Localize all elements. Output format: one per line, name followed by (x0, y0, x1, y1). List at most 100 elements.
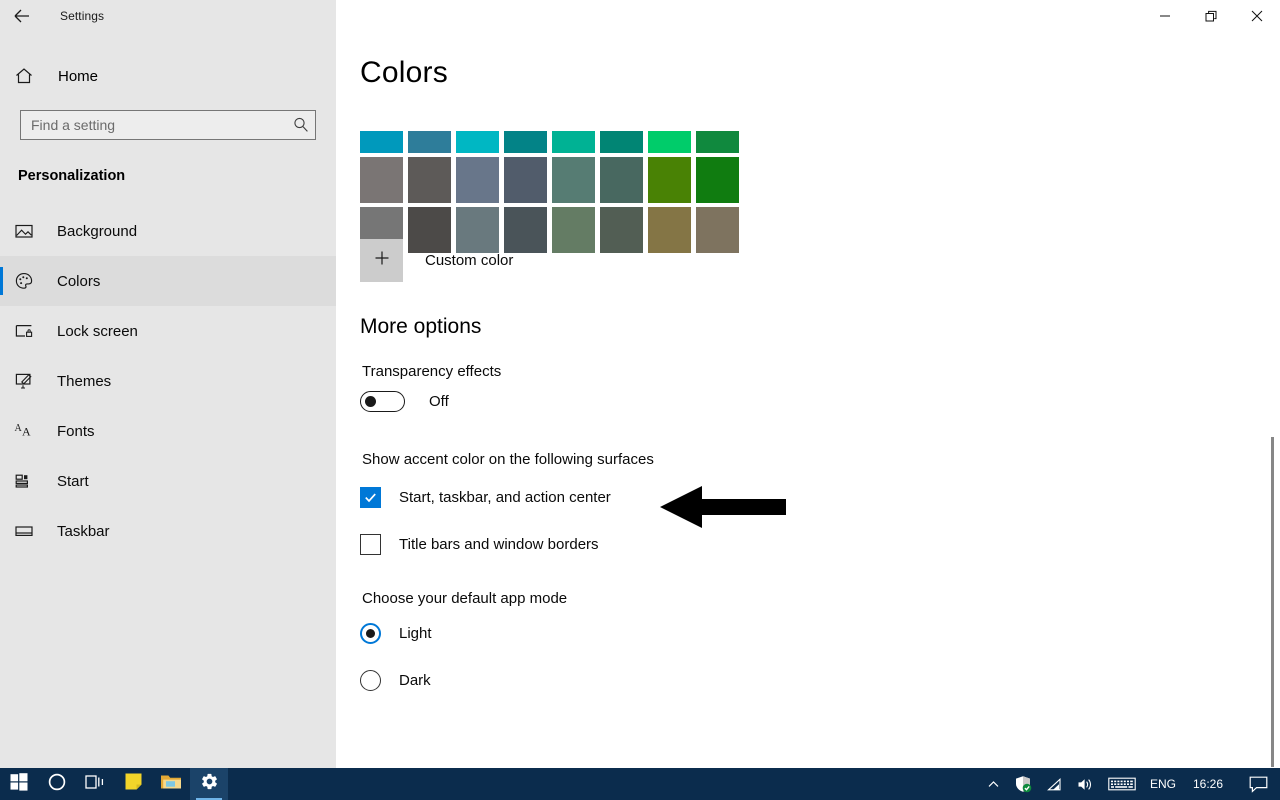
folder-icon (160, 772, 182, 796)
checkbox-title-bars[interactable] (360, 534, 381, 555)
color-swatch[interactable] (600, 157, 643, 203)
color-swatch[interactable] (360, 131, 403, 153)
sidebar-item-fonts[interactable]: A A Fonts (0, 406, 336, 456)
swatch-row (360, 131, 744, 157)
svg-text:A: A (22, 425, 31, 439)
start-tiles-icon (14, 471, 44, 491)
radio-row-dark[interactable]: Dark (360, 670, 431, 691)
radio-row-light[interactable]: Light (360, 623, 432, 644)
swatch-row (360, 157, 744, 207)
pointer-arrow (658, 482, 788, 537)
window-title: Settings (60, 9, 105, 23)
sidebar: Home Personalization Backgroun (0, 32, 336, 768)
page-title: Colors (360, 56, 448, 89)
color-swatch[interactable] (600, 207, 643, 253)
color-swatch[interactable] (360, 157, 403, 203)
gear-icon (200, 772, 219, 796)
windows-logo-icon (10, 772, 28, 796)
radio-light[interactable] (360, 623, 381, 644)
sidebar-item-label: Colors (57, 272, 101, 290)
back-arrow-icon[interactable] (0, 0, 44, 32)
circle-icon (47, 772, 67, 797)
color-swatch[interactable] (552, 207, 595, 253)
color-swatch[interactable] (456, 131, 499, 153)
minimize-button[interactable] (1142, 0, 1188, 32)
sidebar-home-label: Home (58, 67, 99, 85)
tray-speaker-icon[interactable] (1070, 768, 1101, 800)
file-explorer-button[interactable] (152, 768, 190, 800)
color-swatch[interactable] (552, 157, 595, 203)
search-input[interactable] (20, 110, 316, 140)
color-swatch[interactable] (504, 131, 547, 153)
color-swatch[interactable] (648, 157, 691, 203)
scrollbar-thumb[interactable] (1271, 437, 1274, 767)
content-pane: Colors Custom color More options Transpa… (336, 32, 1280, 768)
restore-button[interactable] (1188, 0, 1234, 32)
color-swatch[interactable] (408, 131, 451, 153)
transparency-toggle-row: Off (360, 391, 449, 412)
color-swatch[interactable] (408, 157, 451, 203)
check-icon (365, 493, 376, 503)
sidebar-item-start[interactable]: Start (0, 456, 336, 506)
radio-dark[interactable] (360, 670, 381, 691)
radio-label: Dark (399, 672, 431, 689)
sidebar-category-title: Personalization (18, 168, 126, 184)
color-swatch[interactable] (696, 157, 739, 203)
sidebar-item-taskbar[interactable]: Taskbar (0, 506, 336, 556)
transparency-effects-toggle[interactable] (360, 391, 405, 412)
tray-keyboard-icon[interactable] (1101, 768, 1143, 800)
transparency-label: Transparency effects (362, 363, 502, 380)
color-swatch[interactable] (648, 131, 691, 153)
sidebar-item-themes[interactable]: Themes (0, 356, 336, 406)
sidebar-item-label: Lock screen (57, 322, 138, 340)
sidebar-item-home[interactable]: Home (0, 56, 336, 96)
checkbox-row-start-taskbar[interactable]: Start, taskbar, and action center (360, 487, 611, 508)
tray-chevron-up-icon[interactable] (980, 768, 1007, 800)
sidebar-item-background[interactable]: Background (0, 206, 336, 256)
color-swatch[interactable] (504, 157, 547, 203)
color-swatch[interactable] (456, 157, 499, 203)
system-tray: ENG 16:26 (980, 768, 1280, 800)
color-swatch[interactable] (600, 131, 643, 153)
brush-icon (14, 371, 44, 391)
sticky-notes-button[interactable] (114, 768, 152, 800)
tray-shield-icon[interactable] (1007, 768, 1039, 800)
start-button[interactable] (0, 768, 38, 800)
accent-surfaces-label: Show accent color on the following surfa… (362, 451, 654, 468)
checkbox-row-title-bars[interactable]: Title bars and window borders (360, 534, 599, 555)
color-swatch[interactable] (696, 207, 739, 253)
picture-icon (14, 221, 44, 241)
action-center-button[interactable] (1233, 768, 1280, 800)
custom-color-button[interactable] (360, 239, 403, 282)
palette-icon (14, 271, 44, 291)
taskbar: ENG 16:26 (0, 768, 1280, 800)
task-view-button[interactable] (76, 768, 114, 800)
sidebar-item-label: Themes (57, 372, 112, 390)
settings-button[interactable] (190, 768, 228, 800)
sidebar-item-lock-screen[interactable]: Lock screen (0, 306, 336, 356)
sidebar-item-label: Taskbar (57, 522, 110, 540)
home-icon (14, 66, 46, 86)
tray-language-indicator[interactable]: ENG (1143, 768, 1183, 800)
cortana-search-button[interactable] (38, 768, 76, 800)
color-swatch[interactable] (552, 131, 595, 153)
tray-wifi-icon[interactable] (1039, 768, 1070, 800)
close-button[interactable] (1234, 0, 1280, 32)
sidebar-item-label: Background (57, 222, 138, 240)
content-scrollbar[interactable] (1264, 32, 1280, 768)
color-swatch[interactable] (648, 207, 691, 253)
color-swatch[interactable] (696, 131, 739, 153)
tray-clock[interactable]: 16:26 (1183, 777, 1233, 791)
sticky-note-icon (124, 772, 143, 796)
toggle-knob (365, 396, 376, 407)
sidebar-item-colors[interactable]: Colors (0, 256, 336, 306)
title-bar: Settings (0, 0, 1280, 32)
radio-label: Light (399, 625, 432, 642)
checkbox-start-taskbar[interactable] (360, 487, 381, 508)
plus-icon (372, 248, 392, 273)
checkbox-label: Start, taskbar, and action center (399, 489, 611, 506)
app-mode-heading: Choose your default app mode (362, 590, 568, 607)
more-options-heading: More options (360, 315, 482, 338)
task-view-icon (84, 772, 106, 797)
custom-color-label: Custom color (425, 252, 514, 269)
